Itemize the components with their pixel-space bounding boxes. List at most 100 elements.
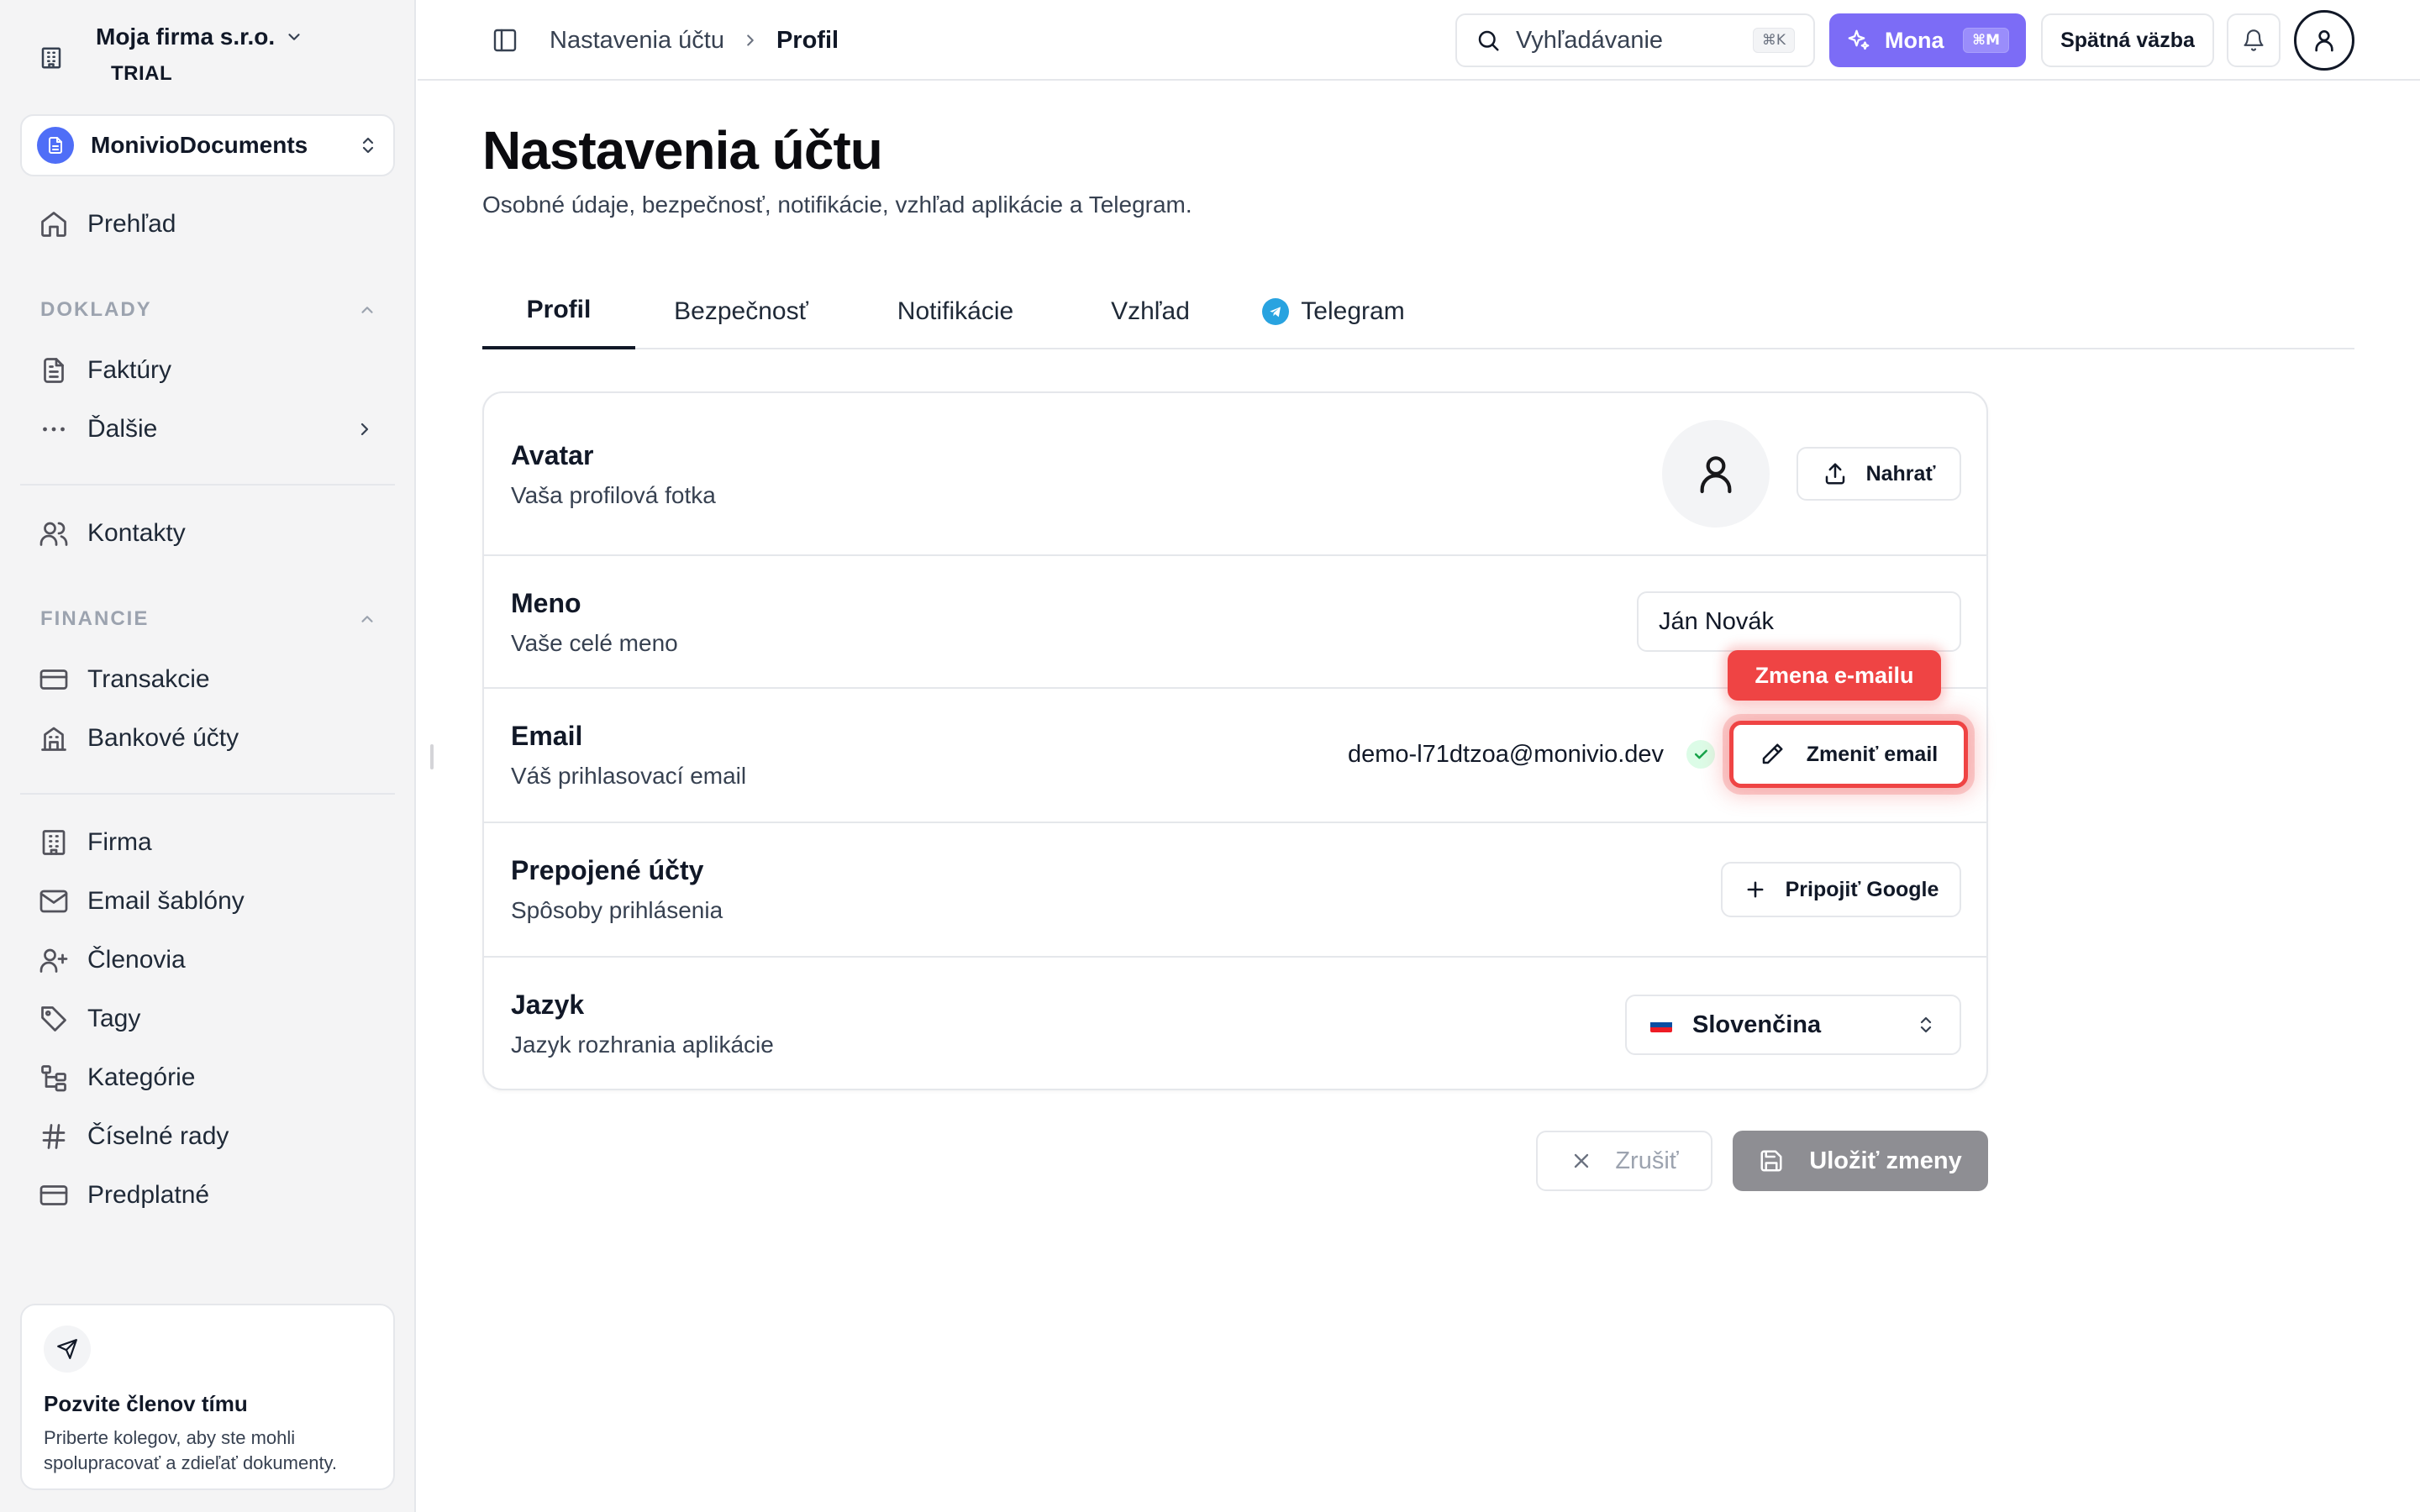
mona-shortcut: ⌘M [1963,28,2009,53]
save-icon [1759,1148,1784,1173]
close-icon [1570,1149,1593,1173]
cancel-label: Zrušiť [1615,1147,1679,1174]
sparkles-icon [1846,28,1871,53]
pencil-icon [1760,742,1785,767]
sidebar-item-invoices[interactable]: Faktúry [39,347,171,394]
page-title: Nastavenia účtu [482,120,883,181]
sidebar-item-label: Email šablóny [87,887,245,915]
document-icon [37,127,74,164]
breadcrumb: Nastavenia účtu Profil [550,24,839,57]
building-icon [39,827,69,858]
mail-icon [39,886,69,916]
sidebar-item-overview[interactable]: Prehľad [39,201,176,248]
change-email-button[interactable]: Zmeniť email [1729,721,1968,788]
sidebar-item-tags[interactable]: Tagy [39,995,140,1042]
chevron-right-icon [741,31,760,50]
sidebar-item-label: Kategórie [87,1063,196,1091]
slovak-flag-icon [1650,1017,1672,1032]
company-switcher[interactable]: Moja firma s.r.o. TRIAL [39,24,303,94]
tab-profile[interactable]: Profil [482,274,635,349]
bank-building-icon [39,723,69,753]
user-icon [2311,27,2338,54]
email-value: demo-l71dtzoa@monivio.dev [1348,741,1665,768]
tab-security[interactable]: Bezpečnosť [635,274,847,349]
save-label: Uložiť zmeny [1809,1147,1962,1174]
more-dots-icon [39,414,69,444]
workspace-name: MonivioDocuments [91,132,308,158]
search-icon [1476,28,1501,53]
credit-card-icon [39,664,69,695]
search-input[interactable]: Vyhľadávanie ⌘K [1455,13,1815,67]
chevron-down-icon [285,28,303,46]
tab-appearance[interactable]: Vzhľad [1064,274,1237,349]
chevron-up-down-icon [358,135,378,155]
change-email-label: Zmeniť email [1806,742,1939,766]
file-text-icon [39,355,69,386]
upload-icon [1823,461,1848,486]
sidebar-item-contacts[interactable]: Kontakty [39,510,186,557]
notifications-button[interactable] [2227,13,2281,67]
users-icon [39,518,69,549]
profile-avatar [1662,420,1770,528]
sidebar: Moja firma s.r.o. TRIAL MonivioDocuments… [0,0,416,1512]
sidebar-item-label: Bankové účty [87,724,239,752]
feedback-button[interactable]: Spätná väzba [2041,13,2214,67]
invite-title: Pozvite členov tímu [44,1391,248,1416]
mona-assistant-button[interactable]: Mona ⌘M [1829,13,2026,67]
bell-icon [2242,29,2265,52]
sidebar-item-bank-accounts[interactable]: Bankové účty [39,715,239,762]
home-icon [39,209,69,239]
sidebar-item-label: Číselné rady [87,1122,229,1150]
sidebar-item-subscription[interactable]: Predplatné [39,1172,209,1219]
sidebar-resize-handle[interactable] [430,744,434,769]
upload-avatar-button[interactable]: Nahrať [1797,447,1961,501]
sidebar-item-more[interactable]: Ďalšie [39,406,375,453]
avatar-label: Avatar [511,440,594,470]
cancel-button[interactable]: Zrušiť [1536,1131,1712,1191]
breadcrumb-parent-link[interactable]: Nastavenia účtu [550,27,724,55]
user-menu-avatar[interactable] [2294,10,2354,71]
invite-description: Priberte kolegov, aby ste mohli spolupra… [44,1427,338,1473]
save-changes-button[interactable]: Uložiť zmeny [1733,1131,1988,1191]
verified-check-icon [1686,740,1715,769]
connected-accounts-row: Prepojené účty Spôsoby prihlásenia Pripo… [484,823,1986,958]
sidebar-item-label: Transakcie [87,665,210,693]
sidebar-item-label: Ďalšie [87,415,158,443]
page-subtitle: Osobné údaje, bezpečnosť, notifikácie, v… [482,192,1192,218]
telegram-icon [1262,298,1290,325]
tree-icon [39,1063,69,1093]
language-description: Jazyk rozhrania aplikácie [511,1032,774,1058]
user-plus-icon [39,945,69,975]
tab-label: Vzhľad [1111,297,1190,325]
chevron-right-icon [355,419,375,439]
full-name-input[interactable] [1637,591,1961,652]
tab-label: Bezpečnosť [674,297,808,325]
language-select[interactable]: Slovenčina [1625,995,1961,1055]
tab-notifications[interactable]: Notifikácie [847,274,1064,349]
tab-telegram[interactable]: Telegram [1237,274,1430,349]
user-icon [1692,450,1739,497]
sidebar-item-members[interactable]: Členovia [39,937,186,984]
hash-icon [39,1121,69,1152]
breadcrumb-current: Profil [776,26,839,54]
invite-card[interactable]: Pozvite členov tímu Priberte kolegov, ab… [20,1304,395,1490]
avatar-row: Avatar Vaša profilová fotka Nahrať [484,393,1986,556]
section-doklady[interactable]: DOKLADY [40,298,376,322]
section-label: FINANCIE [40,607,150,630]
sidebar-item-transactions[interactable]: Transakcie [39,656,210,703]
avatar-description: Vaša profilová fotka [511,482,716,508]
sidebar-item-company[interactable]: Firma [39,819,152,866]
language-label: Jazyk [511,990,585,1020]
plus-icon [1744,878,1767,901]
section-label: DOKLADY [40,298,152,321]
workspace-switcher[interactable]: MonivioDocuments [20,114,395,176]
sidebar-toggle-icon[interactable] [492,27,518,54]
sidebar-item-categories[interactable]: Kategórie [39,1054,195,1101]
sidebar-item-number-series[interactable]: Číselné rady [39,1113,229,1160]
section-financie[interactable]: FINANCIE [40,607,376,631]
sidebar-item-email-templates[interactable]: Email šablóny [39,878,245,925]
sidebar-item-label: Predplatné [87,1181,210,1209]
connect-google-button[interactable]: Pripojiť Google [1721,862,1961,917]
topbar: Nastavenia účtu Profil Vyhľadávanie ⌘K M… [418,0,2420,81]
profile-settings-card: Avatar Vaša profilová fotka Nahrať Meno … [482,391,1988,1090]
